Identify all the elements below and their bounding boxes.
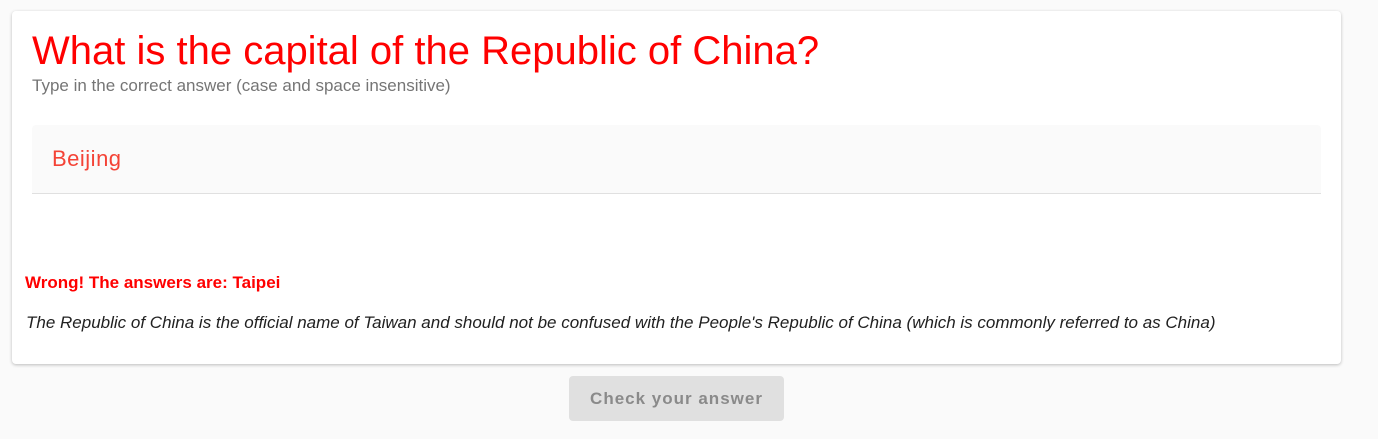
answer-input[interactable]	[52, 145, 1292, 173]
answer-explanation: The Republic of China is the official na…	[26, 313, 1216, 332]
check-answer-button[interactable]: Check your answer	[569, 376, 784, 421]
wrong-feedback: Wrong! The answers are: Taipei	[25, 273, 281, 292]
question-title: What is the capital of the Republic of C…	[32, 29, 820, 73]
quiz-card: What is the capital of the Republic of C…	[12, 11, 1341, 364]
question-subtitle: Type in the correct answer (case and spa…	[32, 76, 451, 95]
answer-field[interactable]	[32, 125, 1321, 194]
